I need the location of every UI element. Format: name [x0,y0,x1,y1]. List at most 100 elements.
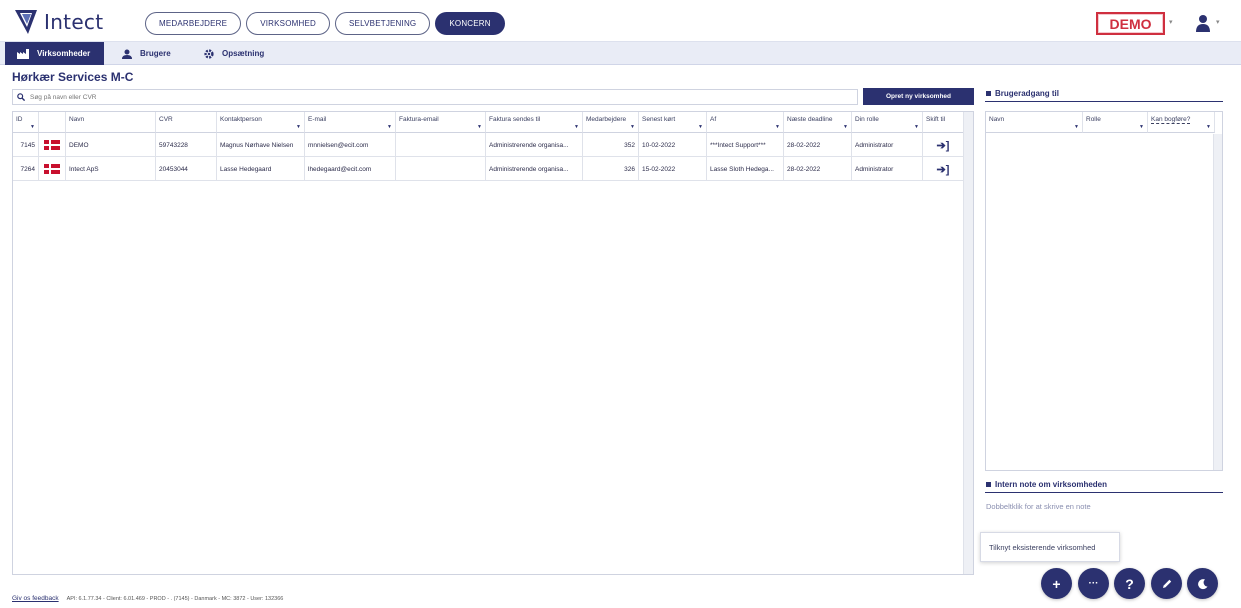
cell-id: 7145 [13,133,39,157]
cell-email: mnnielsen@ecit.com [305,133,396,157]
cell-invoice-email [396,157,486,181]
column-header-employees[interactable]: Medarbejdere ▼ [583,112,639,133]
version-info: API: 6.1.77.34 - Client: 6.01.469 - PROD… [66,595,284,602]
section-divider [985,101,1223,102]
tab-companies[interactable]: Virksomheder [5,42,105,65]
column-header-can-post[interactable]: Kan bogføre? ▼ [1148,112,1215,133]
footer: Giv os feedback API: 6.1.77.34 - Client:… [12,595,283,602]
cell-id: 7264 [13,157,39,181]
cell-contact: Magnus Nørhave Nielsen [217,133,305,157]
nav-employees[interactable]: MEDARBEJDERE [145,12,242,35]
user-access-grid: Navn ▼ Rolle ▼ Kan bogføre? ▼ [985,111,1223,471]
cell-by: Lasse Sloth Hedega... [707,157,784,181]
cell-cvr: 20453044 [156,157,217,181]
factory-icon [17,48,29,59]
search-box[interactable] [12,89,858,105]
column-header-user-name[interactable]: Navn ▼ [986,112,1083,133]
tab-settings[interactable]: Opsætning [204,42,264,65]
column-header-by[interactable]: Af ▼ [707,112,784,133]
dark-mode-button[interactable] [1187,568,1218,599]
cell-invoice-email [396,133,486,157]
create-company-button[interactable]: Opret ny virksomhed [863,88,974,105]
add-button[interactable]: + [1041,568,1072,599]
cell-employees: 352 [583,133,639,157]
cell-deadline: 28-02-2022 [784,157,852,181]
nav-group[interactable]: KONCERN [435,12,505,35]
switch-to-icon[interactable]: ➔] [937,163,950,176]
environment-badge[interactable]: DEMO [1096,12,1165,35]
cell-switch: ➔] [923,133,964,157]
feedback-link[interactable]: Giv os feedback [12,595,59,602]
chevron-down-icon[interactable]: ▾ [1216,18,1220,26]
column-header-invoice-email[interactable]: Faktura-email ▼ [396,112,486,133]
nav-company[interactable]: VIRKSOMHED [246,12,330,35]
intect-logo-icon [15,10,37,34]
column-header-contact[interactable]: Kontaktperson ▼ [217,112,305,133]
search-icon [17,93,25,101]
cell-switch: ➔] [923,157,964,181]
edit-button[interactable] [1151,568,1182,599]
filter-icon[interactable]: ▼ [914,124,919,130]
cell-role: Administrator [852,133,923,157]
column-header-invoice-to[interactable]: Faktura sendes til ▼ [486,112,583,133]
chevron-down-icon[interactable]: ▾ [1169,18,1173,26]
filter-icon[interactable]: ▼ [775,124,780,130]
logo-text: Intect [44,10,104,34]
table-row[interactable]: 7145 DEMO 59743228 Magnus Nørhave Nielse… [13,133,964,157]
cell-employees: 326 [583,157,639,181]
filter-icon[interactable]: ▼ [630,124,635,130]
cell-last-run: 15-02-2022 [639,157,707,181]
column-header-deadline[interactable]: Næste deadline ▼ [784,112,852,133]
page-title: Hørkær Services M-C [12,70,134,84]
cell-last-run: 10-02-2022 [639,133,707,157]
table-row[interactable]: 7264 Intect ApS 20453044 Lasse Hedegaard… [13,157,964,181]
filter-icon[interactable]: ▼ [1074,124,1079,130]
search-input[interactable] [30,93,630,101]
filter-icon[interactable]: ▼ [1139,124,1144,130]
user-avatar-icon[interactable] [1193,13,1213,33]
tab-label: Opsætning [222,49,265,58]
tab-users[interactable]: Brugere [122,42,171,65]
filter-icon[interactable]: ▼ [477,124,482,130]
cell-name: Intect ApS [66,157,156,181]
column-header-role[interactable]: Din rolle ▼ [852,112,923,133]
column-header-last-run[interactable]: Senest kørt ▼ [639,112,707,133]
cell-email: lhedegaard@ecit.com [305,157,396,181]
cell-flag [39,157,66,181]
cell-deadline: 28-02-2022 [784,133,852,157]
cell-invoice-to: Administrerende organisa... [486,133,583,157]
internal-note-field[interactable]: Dobbeltklik for at skrive en note [986,502,1091,511]
top-bar: Intect MEDARBEJDERE VIRKSOMHED SELVBETJE… [0,0,1241,42]
section-marker-icon [986,482,991,487]
filter-icon[interactable]: ▼ [296,124,301,130]
logo[interactable]: Intect [14,8,103,36]
help-button[interactable]: ? [1114,568,1145,599]
column-header-name[interactable]: Navn [66,112,156,133]
column-header-switch: Skift til [923,112,964,133]
grid-scrollbar[interactable] [963,112,973,574]
danish-flag-icon [44,140,60,150]
user-grid-scrollbar[interactable] [1213,134,1222,470]
tooltip: Tilknyt eksisterende virksomhed [980,532,1120,562]
cell-role: Administrator [852,157,923,181]
cell-by: ***Intect Support*** [707,133,784,157]
gear-icon [204,48,214,59]
filter-icon[interactable]: ▼ [843,124,848,130]
column-header-flag [39,112,66,133]
filter-icon[interactable]: ▼ [30,124,35,130]
section-divider [985,492,1223,493]
filter-icon[interactable]: ▼ [387,124,392,130]
switch-to-icon[interactable]: ➔] [937,139,950,152]
more-button[interactable]: ··· [1078,568,1109,599]
column-header-user-role[interactable]: Rolle ▼ [1083,112,1148,133]
column-header-id[interactable]: ID ▼ [13,112,39,133]
cell-invoice-to: Administrerende organisa... [486,157,583,181]
column-header-cvr[interactable]: CVR [156,112,217,133]
pencil-icon [1162,579,1171,588]
filter-icon[interactable]: ▼ [574,124,579,130]
filter-icon[interactable]: ▼ [698,124,703,130]
nav-selfservice[interactable]: SELVBETJENING [335,12,431,35]
column-header-email[interactable]: E-mail ▼ [305,112,396,133]
filter-icon[interactable]: ▼ [1206,124,1211,130]
cell-name: DEMO [66,133,156,157]
